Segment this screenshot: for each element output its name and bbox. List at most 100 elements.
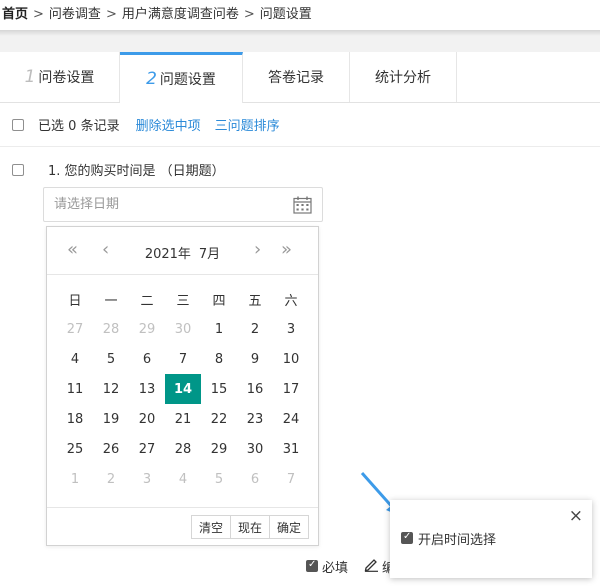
calendar-year[interactable]: 2021年 (145, 247, 191, 262)
tab-label: 问题设置 (159, 72, 216, 88)
selected-count-text: 已选 0 条记录 (38, 115, 120, 134)
day-cell[interactable]: 27 (129, 434, 165, 464)
day-cell[interactable]: 29 (129, 314, 165, 344)
tab-survey-settings[interactable]: 1 问卷设置 (0, 52, 120, 102)
day-cell[interactable]: 4 (57, 344, 93, 374)
day-cell[interactable]: 21 (165, 404, 201, 434)
day-cell[interactable]: 5 (93, 344, 129, 374)
day-cell[interactable]: 30 (237, 434, 273, 464)
day-cell[interactable]: 17 (273, 374, 309, 404)
selected-prefix: 已选 (38, 119, 65, 134)
tab-answer-records[interactable]: 答卷记录 (243, 52, 350, 102)
date-picker-popup: « ‹ 2021年 7月 › » 日一二三四五六 27 28 29 30 1 2 3 4 5 6 7 8 9… (46, 226, 319, 546)
next-year-button[interactable]: » (281, 241, 292, 259)
delete-selected-link[interactable]: 删除选中项 (136, 115, 201, 134)
weekday-label: 三 (176, 293, 190, 309)
day-cell[interactable]: 20 (129, 404, 165, 434)
day-cell[interactable]: 5 (201, 464, 237, 494)
breadcrumb-item-questionnaire[interactable]: 用户满意度调查问卷 (122, 7, 239, 22)
day-cell[interactable]: 23 (237, 404, 273, 434)
day-cell[interactable]: 4 (165, 464, 201, 494)
calendar-month[interactable]: 7月 (199, 247, 220, 262)
breadcrumb-item-survey[interactable]: 问卷调查 (49, 7, 101, 22)
day-cell[interactable]: 28 (93, 314, 129, 344)
day-cell[interactable]: 31 (273, 434, 309, 464)
day-cell[interactable]: 7 (273, 464, 309, 494)
now-button[interactable]: 现在 (229, 515, 270, 539)
week-row: 27 28 29 30 1 2 3 (57, 314, 309, 344)
day-cell[interactable]: 15 (201, 374, 237, 404)
day-cell[interactable]: 10 (273, 344, 309, 374)
tab-question-settings[interactable]: 2 问题设置 (120, 52, 243, 103)
day-cell[interactable]: 25 (57, 434, 93, 464)
day-cell[interactable]: 24 (273, 404, 309, 434)
day-cell[interactable]: 2 (237, 314, 273, 344)
weekday-label: 日 (68, 293, 82, 309)
day-cell[interactable]: 3 (129, 464, 165, 494)
edit-label[interactable]: 编 (382, 557, 390, 576)
header-band (0, 36, 600, 52)
close-icon[interactable]: × (569, 506, 583, 526)
day-cell[interactable]: 2 (93, 464, 129, 494)
day-cell[interactable]: 22 (201, 404, 237, 434)
required-label[interactable]: 必填 (322, 557, 348, 576)
day-cell[interactable]: 27 (57, 314, 93, 344)
page: 首页 > 问卷调查 > 用户满意度调查问卷 > 问题设置 1 问卷设置 2 问题设置 答卷记录 … (0, 0, 600, 586)
day-cell[interactable]: 13 (129, 374, 165, 404)
day-cell[interactable]: 18 (57, 404, 93, 434)
weekday-label: 五 (248, 293, 262, 309)
enable-time-checkbox[interactable] (401, 531, 413, 544)
date-input[interactable] (44, 188, 284, 221)
next-month-button[interactable]: › (254, 241, 261, 259)
tab-step-number: 1 (24, 67, 36, 87)
day-cell[interactable]: 9 (237, 344, 273, 374)
week-row: 25 26 27 28 29 30 31 (57, 434, 309, 464)
day-cell[interactable]: 6 (129, 344, 165, 374)
day-cell[interactable]: 19 (93, 404, 129, 434)
breadcrumb-separator: > (33, 7, 44, 22)
select-all-checkbox[interactable] (12, 118, 24, 131)
calendar-header: « ‹ 2021年 7月 › » (47, 227, 318, 275)
edit-icon[interactable] (364, 557, 379, 572)
date-field[interactable] (43, 187, 323, 222)
required-checkbox[interactable] (306, 559, 318, 572)
day-cell[interactable]: 16 (237, 374, 273, 404)
time-option-popover: × 开启时间选择 (390, 500, 592, 578)
weekday-row: 日一二三四五六 (57, 284, 309, 314)
tab-label: 统计分析 (375, 70, 431, 86)
day-cell[interactable]: 1 (201, 314, 237, 344)
day-cell-selected[interactable]: 14 (165, 374, 201, 404)
tab-statistics[interactable]: 统计分析 (350, 52, 457, 102)
day-cell[interactable]: 29 (201, 434, 237, 464)
day-cell[interactable]: 3 (273, 314, 309, 344)
calendar-icon[interactable] (293, 196, 312, 214)
sort-questions-link[interactable]: 三问题排序 (215, 115, 280, 134)
calendar-title: 2021年 7月 (47, 243, 318, 262)
day-cell[interactable]: 1 (57, 464, 93, 494)
breadcrumb-home[interactable]: 首页 (2, 7, 28, 22)
day-cell[interactable]: 8 (201, 344, 237, 374)
question-checkbox[interactable] (12, 164, 24, 176)
enable-time-label[interactable]: 开启时间选择 (418, 529, 496, 548)
day-cell[interactable]: 11 (57, 374, 93, 404)
breadcrumb: 首页 > 问卷调查 > 用户满意度调查问卷 > 问题设置 (0, 0, 600, 32)
tab-label: 答卷记录 (268, 70, 324, 86)
day-cell[interactable]: 6 (237, 464, 273, 494)
day-cell[interactable]: 28 (165, 434, 201, 464)
calendar-grid: 日一二三四五六 27 28 29 30 1 2 3 4 5 6 7 8 9 10 11 12 13 14 15 16 17… (57, 284, 309, 494)
tab-step-number: 2 (146, 69, 157, 89)
clear-button[interactable]: 清空 (190, 515, 231, 539)
week-row: 18 19 20 21 22 23 24 (57, 404, 309, 434)
confirm-button[interactable]: 确定 (268, 515, 309, 539)
weekday-label: 六 (284, 293, 298, 309)
day-cell[interactable]: 7 (165, 344, 201, 374)
day-cell[interactable]: 26 (93, 434, 129, 464)
day-cell[interactable]: 12 (93, 374, 129, 404)
day-cell[interactable]: 30 (165, 314, 201, 344)
tab-bar: 1 问卷设置 2 问题设置 答卷记录 统计分析 (0, 52, 600, 103)
breadcrumb-separator: > (243, 7, 255, 22)
breadcrumb-item-current: 问题设置 (259, 7, 312, 22)
weekday-label: 二 (140, 293, 154, 309)
weekday-label: 四 (212, 293, 226, 309)
selected-suffix: 条记录 (80, 119, 120, 134)
